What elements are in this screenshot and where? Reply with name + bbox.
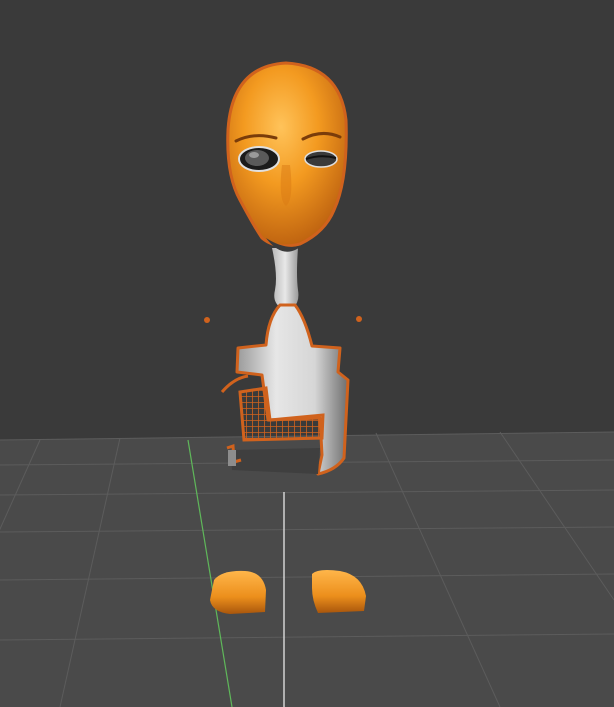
- torso-shadow: [230, 448, 320, 474]
- left-eye: [238, 146, 280, 172]
- left-hand-marker[interactable]: [204, 317, 210, 323]
- right-eye: [304, 150, 338, 168]
- 3d-viewport[interactable]: [0, 0, 614, 707]
- right-hand-marker[interactable]: [356, 316, 362, 322]
- left-shoe[interactable]: [210, 570, 266, 614]
